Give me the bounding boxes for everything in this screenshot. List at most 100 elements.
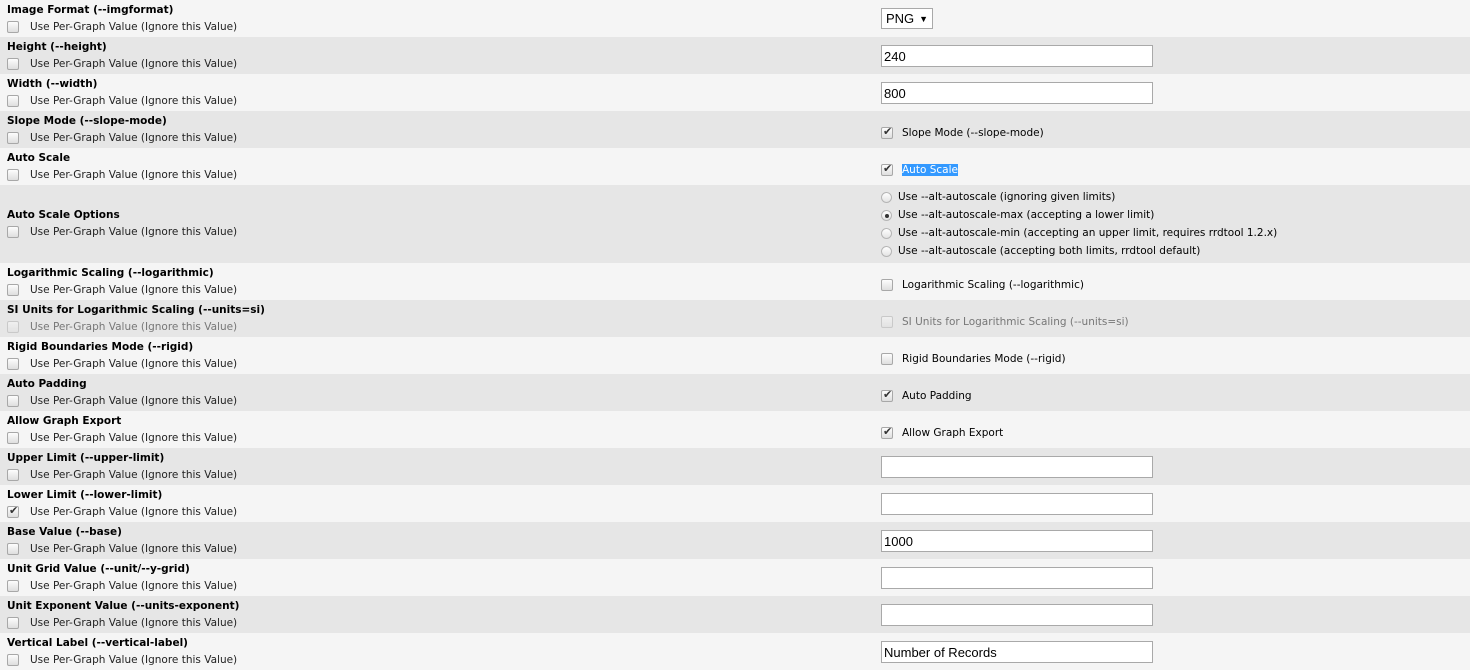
per-graph-label: Use Per-Graph Value (Ignore this Value) bbox=[30, 505, 238, 518]
per-graph-checkbox[interactable] bbox=[7, 94, 19, 107]
option-value-cell: Auto Scale bbox=[875, 148, 1470, 185]
logarithmic-scaling-logarithmic-checkbox[interactable]: Logarithmic Scaling (--logarithmic) bbox=[881, 278, 1470, 291]
option-label: Auto Scale Options bbox=[7, 209, 120, 221]
option-row-auto-scale: Auto Scale Use Per-Graph Value (Ignore th… bbox=[0, 148, 1470, 185]
auto-padding-checkbox[interactable]: Auto Padding bbox=[881, 388, 1470, 402]
option-value-cell: Rigid Boundaries Mode (--rigid) bbox=[875, 337, 1470, 374]
per-graph-toggle[interactable]: Use Per-Graph Value (Ignore this Value) bbox=[7, 392, 875, 410]
autoscale-option-radio[interactable]: Use --alt-autoscale (ignoring given limi… bbox=[881, 188, 1470, 206]
slope-mode-slope-mode-checkbox[interactable]: Slope Mode (--slope-mode) bbox=[881, 125, 1470, 139]
width-width-input[interactable]: 800 bbox=[881, 81, 1153, 104]
option-value-cell: Logarithmic Scaling (--logarithmic) bbox=[875, 263, 1470, 300]
checkbox-box[interactable] bbox=[881, 162, 893, 176]
checkbox-box bbox=[881, 315, 893, 328]
option-row-height-height: Height (--height) Use Per-Graph Value (Ig… bbox=[0, 37, 1470, 74]
checkbox-label: Slope Mode (--slope-mode) bbox=[902, 126, 1044, 139]
option-row-slope-mode-slope-mode: Slope Mode (--slope-mode) Use Per-Graph V… bbox=[0, 111, 1470, 148]
radio-button[interactable] bbox=[881, 209, 892, 221]
option-label-cell: Auto Scale Use Per-Graph Value (Ignore th… bbox=[0, 148, 875, 185]
per-graph-toggle[interactable]: Use Per-Graph Value (Ignore this Value) bbox=[7, 18, 875, 36]
autoscale-option-radio[interactable]: Use --alt-autoscale-max (accepting a low… bbox=[881, 206, 1470, 224]
per-graph-toggle[interactable]: Use Per-Graph Value (Ignore this Value) bbox=[7, 503, 875, 521]
per-graph-checkbox[interactable] bbox=[7, 394, 19, 407]
image-format-select[interactable]: PNG ▼ bbox=[881, 8, 933, 29]
per-graph-checkbox[interactable] bbox=[7, 542, 19, 555]
per-graph-toggle[interactable]: Use Per-Graph Value (Ignore this Value) bbox=[7, 466, 875, 484]
per-graph-label: Use Per-Graph Value (Ignore this Value) bbox=[30, 226, 238, 238]
per-graph-label: Use Per-Graph Value (Ignore this Value) bbox=[30, 20, 238, 33]
per-graph-checkbox[interactable] bbox=[7, 168, 19, 181]
autoscale-option-radio[interactable]: Use --alt-autoscale-min (accepting an up… bbox=[881, 224, 1470, 242]
per-graph-checkbox[interactable] bbox=[7, 131, 19, 144]
checkbox-box[interactable] bbox=[881, 125, 893, 139]
unit-grid-value-unit-y-grid-input[interactable] bbox=[881, 566, 1153, 589]
vertical-label-vertical-label-input[interactable]: Number of Records bbox=[881, 640, 1153, 663]
per-graph-checkbox[interactable] bbox=[7, 504, 19, 518]
radio-label: Use --alt-autoscale (accepting both limi… bbox=[898, 245, 1201, 257]
option-row-lower-limit-lower-limit: Lower Limit (--lower-limit) Use Per-Graph… bbox=[0, 485, 1470, 522]
per-graph-label: Use Per-Graph Value (Ignore this Value) bbox=[30, 283, 238, 296]
rigid-boundaries-mode-rigid-checkbox[interactable]: Rigid Boundaries Mode (--rigid) bbox=[881, 352, 1470, 365]
lower-limit-lower-limit-input[interactable] bbox=[881, 492, 1153, 515]
select-value: PNG bbox=[886, 11, 915, 26]
per-graph-toggle[interactable]: Use Per-Graph Value (Ignore this Value) bbox=[7, 614, 875, 632]
option-value-cell: 1000 bbox=[875, 522, 1470, 559]
per-graph-checkbox[interactable] bbox=[7, 20, 19, 33]
option-label-cell: Allow Graph Export Use Per-Graph Value (I… bbox=[0, 411, 875, 448]
option-row-si-units-for-logarithmic-scaling-units-si: SI Units for Logarithmic Scaling (--unit… bbox=[0, 300, 1470, 337]
per-graph-label: Use Per-Graph Value (Ignore this Value) bbox=[30, 94, 238, 107]
option-value-cell: SI Units for Logarithmic Scaling (--unit… bbox=[875, 300, 1470, 337]
unit-exponent-value-units-exponent-input[interactable] bbox=[881, 603, 1153, 626]
per-graph-label: Use Per-Graph Value (Ignore this Value) bbox=[30, 357, 238, 370]
per-graph-toggle[interactable]: Use Per-Graph Value (Ignore this Value) bbox=[7, 55, 875, 73]
per-graph-checkbox[interactable] bbox=[7, 579, 19, 592]
checkbox-box[interactable] bbox=[881, 278, 893, 291]
per-graph-checkbox[interactable] bbox=[7, 468, 19, 481]
option-label-cell: Lower Limit (--lower-limit) Use Per-Graph… bbox=[0, 485, 875, 522]
per-graph-toggle[interactable]: Use Per-Graph Value (Ignore this Value) bbox=[7, 166, 875, 184]
option-label: Unit Exponent Value (--units-exponent) bbox=[7, 599, 240, 612]
per-graph-label: Use Per-Graph Value (Ignore this Value) bbox=[30, 542, 238, 555]
radio-button[interactable] bbox=[881, 191, 892, 203]
per-graph-toggle[interactable]: Use Per-Graph Value (Ignore this Value) bbox=[7, 429, 875, 447]
per-graph-toggle[interactable]: Use Per-Graph Value (Ignore this Value) bbox=[7, 355, 875, 373]
per-graph-checkbox[interactable] bbox=[7, 57, 19, 70]
option-label-cell: SI Units for Logarithmic Scaling (--unit… bbox=[0, 300, 875, 337]
per-graph-toggle[interactable]: Use Per-Graph Value (Ignore this Value) bbox=[7, 129, 875, 147]
per-graph-toggle[interactable]: Use Per-Graph Value (Ignore this Value) bbox=[7, 318, 875, 336]
option-label-cell: Unit Grid Value (--unit/--y-grid) Use Per… bbox=[0, 559, 875, 596]
per-graph-toggle[interactable]: Use Per-Graph Value (Ignore this Value) bbox=[7, 281, 875, 299]
allow-graph-export-checkbox[interactable]: Allow Graph Export bbox=[881, 425, 1470, 439]
option-row-base-value-base: Base Value (--base) Use Per-Graph Value (… bbox=[0, 522, 1470, 559]
per-graph-checkbox[interactable] bbox=[7, 431, 19, 444]
option-row-logarithmic-scaling-logarithmic: Logarithmic Scaling (--logarithmic) Use P… bbox=[0, 263, 1470, 300]
radio-button[interactable] bbox=[881, 245, 892, 257]
option-label: Image Format (--imgformat) bbox=[7, 3, 174, 16]
autoscale-option-radio[interactable]: Use --alt-autoscale (accepting both limi… bbox=[881, 242, 1470, 260]
checkbox-box[interactable] bbox=[881, 352, 893, 365]
checkbox-box[interactable] bbox=[881, 388, 893, 402]
per-graph-toggle[interactable]: Use Per-Graph Value (Ignore this Value) bbox=[7, 223, 875, 241]
per-graph-toggle[interactable]: Use Per-Graph Value (Ignore this Value) bbox=[7, 92, 875, 110]
radio-button[interactable] bbox=[881, 227, 892, 239]
radio-label: Use --alt-autoscale (ignoring given limi… bbox=[898, 191, 1116, 203]
option-label: Base Value (--base) bbox=[7, 525, 122, 538]
per-graph-checkbox[interactable] bbox=[7, 226, 19, 238]
base-value-base-input[interactable]: 1000 bbox=[881, 529, 1153, 552]
per-graph-toggle[interactable]: Use Per-Graph Value (Ignore this Value) bbox=[7, 651, 875, 669]
option-label: Width (--width) bbox=[7, 77, 98, 90]
height-height-input[interactable]: 240 bbox=[881, 44, 1153, 67]
per-graph-checkbox[interactable] bbox=[7, 357, 19, 370]
per-graph-checkbox[interactable] bbox=[7, 653, 19, 666]
option-label-cell: Height (--height) Use Per-Graph Value (Ig… bbox=[0, 37, 875, 74]
per-graph-toggle[interactable]: Use Per-Graph Value (Ignore this Value) bbox=[7, 540, 875, 558]
per-graph-toggle[interactable]: Use Per-Graph Value (Ignore this Value) bbox=[7, 577, 875, 595]
option-value-cell: PNG ▼ bbox=[875, 0, 1470, 37]
option-row-upper-limit-upper-limit: Upper Limit (--upper-limit) Use Per-Graph… bbox=[0, 448, 1470, 485]
per-graph-label: Use Per-Graph Value (Ignore this Value) bbox=[30, 168, 238, 181]
checkbox-box[interactable] bbox=[881, 425, 893, 439]
per-graph-checkbox[interactable] bbox=[7, 616, 19, 629]
upper-limit-upper-limit-input[interactable] bbox=[881, 455, 1153, 478]
auto-scale-checkbox[interactable]: Auto Scale bbox=[881, 162, 1470, 176]
per-graph-checkbox[interactable] bbox=[7, 283, 19, 296]
